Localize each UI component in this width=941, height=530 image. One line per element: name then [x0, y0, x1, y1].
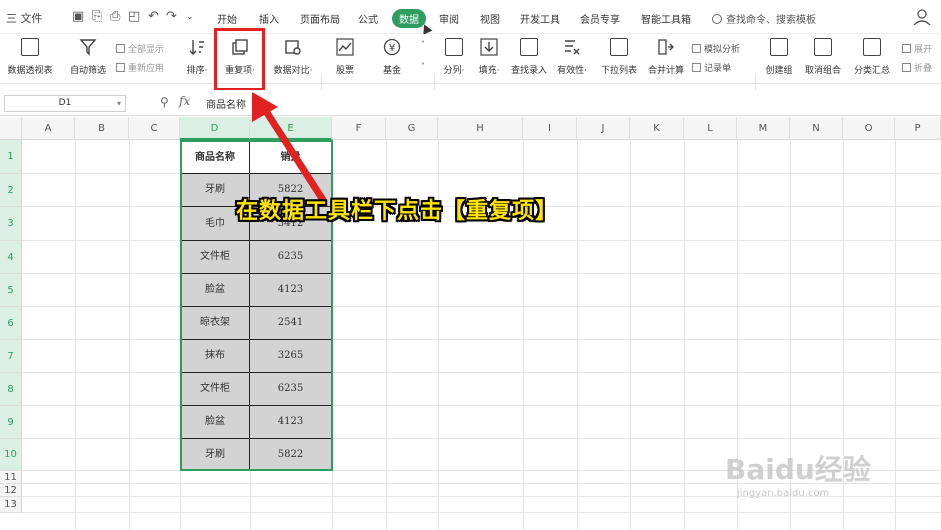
watermark-url: jingyan.baidu.com	[737, 488, 830, 499]
instruction-annotation: 在数据工具栏下点击【重复项】	[236, 199, 559, 224]
watermark-brand: Baidu经验	[725, 453, 871, 486]
